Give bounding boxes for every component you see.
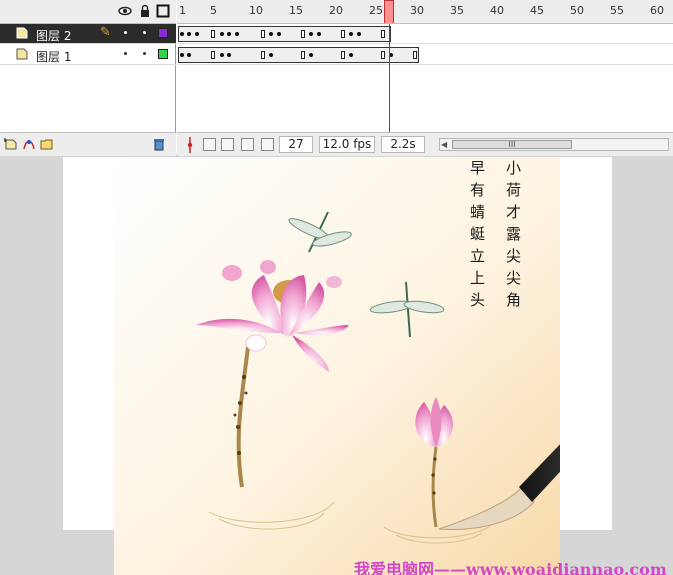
- ruler-tick: 50: [570, 4, 584, 17]
- current-frame: 27: [279, 136, 313, 153]
- outline-color-swatch[interactable]: [158, 28, 168, 38]
- playhead-line: [389, 24, 390, 132]
- poem-column-1: 小 荷 才 露 尖 尖 角: [506, 159, 522, 309]
- keyframe[interactable]: [227, 32, 231, 36]
- playhead-handle[interactable]: [384, 0, 394, 23]
- keyframe[interactable]: [277, 32, 281, 36]
- edit-multiple-frames-icon[interactable]: [241, 138, 254, 151]
- frame-end[interactable]: [301, 51, 305, 59]
- keyframe[interactable]: [227, 53, 231, 57]
- frame-end[interactable]: [261, 30, 265, 38]
- layer-name: 图层 1: [36, 50, 72, 64]
- keyframe[interactable]: [317, 32, 321, 36]
- frame-end[interactable]: [341, 30, 345, 38]
- trash-icon[interactable]: [152, 137, 166, 151]
- visibility-dot[interactable]: [124, 52, 127, 55]
- keyframe[interactable]: [357, 32, 361, 36]
- frame-end[interactable]: [261, 51, 265, 59]
- keyframe[interactable]: [349, 32, 353, 36]
- lotus-artwork[interactable]: 小 荷 才 露 尖 尖 角 早 有 蜻 蜓 立 上 头: [114, 157, 560, 575]
- ruler-tick: 25: [369, 4, 383, 17]
- layer-toolbar: [0, 132, 176, 156]
- motion-guide-icon[interactable]: [22, 137, 36, 151]
- ruler-tick: 5: [210, 4, 217, 17]
- frame-end[interactable]: [341, 51, 345, 59]
- frame-ruler[interactable]: 1 5 10 15 20 25 30 35 40 45 50 55 60: [177, 0, 673, 24]
- keyframe[interactable]: [349, 53, 353, 57]
- elapsed-time: 2.2s: [381, 136, 425, 153]
- ruler-tick: 40: [490, 4, 504, 17]
- frame-end[interactable]: [381, 51, 385, 59]
- keyframe[interactable]: [187, 32, 191, 36]
- keyframe[interactable]: [269, 53, 273, 57]
- frame-row-layer-1[interactable]: [177, 45, 673, 65]
- lock-dot[interactable]: [143, 31, 146, 34]
- layer-icon: [16, 48, 28, 60]
- modify-onion-markers-icon[interactable]: [261, 138, 274, 151]
- pencil-icon: ✎: [100, 25, 111, 40]
- keyframe[interactable]: [269, 32, 273, 36]
- frame-grid[interactable]: [177, 24, 673, 132]
- frame-row-layer-2[interactable]: [177, 24, 673, 44]
- onion-outline-icon[interactable]: [221, 138, 234, 151]
- timeline-scrollbar[interactable]: ◀ III: [439, 138, 669, 151]
- insert-layer-icon[interactable]: [3, 137, 18, 151]
- keyframe[interactable]: [235, 32, 239, 36]
- eye-icon[interactable]: [118, 4, 132, 18]
- center-frame-icon[interactable]: [185, 137, 195, 153]
- frame-end[interactable]: [301, 30, 305, 38]
- ruler-tick: 55: [610, 4, 624, 17]
- layer-row-2[interactable]: 图层 2 ✎: [0, 24, 176, 44]
- layer-row-1[interactable]: 图层 1: [0, 45, 176, 65]
- frame-end[interactable]: [211, 30, 215, 38]
- timeline-panel: 图层 2 ✎ 图层 1 1 5 10 15 20 25 30 35 40 45 …: [0, 0, 673, 156]
- frames-area: 1 5 10 15 20 25 30 35 40 45 50 55 60 27 …: [177, 0, 673, 156]
- keyframe[interactable]: [187, 53, 191, 57]
- layer-name: 图层 2: [36, 29, 72, 43]
- outline-color-swatch[interactable]: [158, 49, 168, 59]
- frame-end[interactable]: [211, 51, 215, 59]
- layer-icon: [16, 27, 28, 39]
- poem-column-2: 早 有 蜻 蜓 立 上 头: [470, 159, 486, 309]
- keyframe[interactable]: [220, 32, 224, 36]
- artwork-illustration: [114, 157, 560, 575]
- frame-end[interactable]: [413, 51, 417, 59]
- onion-skin-icon[interactable]: [203, 138, 216, 151]
- layer-list: 图层 2 ✎ 图层 1: [0, 0, 176, 156]
- ruler-tick: 1: [179, 4, 186, 17]
- scroll-left-arrow-icon[interactable]: ◀: [441, 140, 447, 149]
- timeline-status-bar: 27 12.0 fps 2.2s ◀ III: [177, 132, 673, 156]
- keyframe[interactable]: [309, 32, 313, 36]
- ruler-tick: 35: [450, 4, 464, 17]
- site-watermark: 我爱电脑网——www.woaidiannao.com: [354, 560, 667, 575]
- layer-header: [0, 0, 176, 24]
- keyframe[interactable]: [180, 32, 184, 36]
- ruler-tick: 30: [410, 4, 424, 17]
- keyframe[interactable]: [195, 32, 199, 36]
- ruler-tick: 20: [329, 4, 343, 17]
- flash-editor: 图层 2 ✎ 图层 1 1 5 10 15 20 25 30 35 40 45 …: [0, 0, 673, 575]
- keyframe[interactable]: [220, 53, 224, 57]
- stage-workspace: 小 荷 才 露 尖 尖 角 早 有 蜻 蜓 立 上 头: [0, 157, 673, 575]
- frame-end[interactable]: [381, 30, 385, 38]
- outline-icon[interactable]: [156, 4, 170, 18]
- keyframe[interactable]: [309, 53, 313, 57]
- ruler-tick: 10: [249, 4, 263, 17]
- ruler-tick: 15: [289, 4, 303, 17]
- scrollbar-thumb[interactable]: III: [452, 140, 572, 149]
- insert-folder-icon[interactable]: [40, 137, 54, 151]
- lock-dot[interactable]: [143, 52, 146, 55]
- keyframe[interactable]: [180, 53, 184, 57]
- visibility-dot[interactable]: [124, 31, 127, 34]
- lock-icon[interactable]: [138, 4, 152, 18]
- frame-rate: 12.0 fps: [319, 136, 375, 153]
- ruler-tick: 45: [530, 4, 544, 17]
- ruler-tick: 60: [650, 4, 664, 17]
